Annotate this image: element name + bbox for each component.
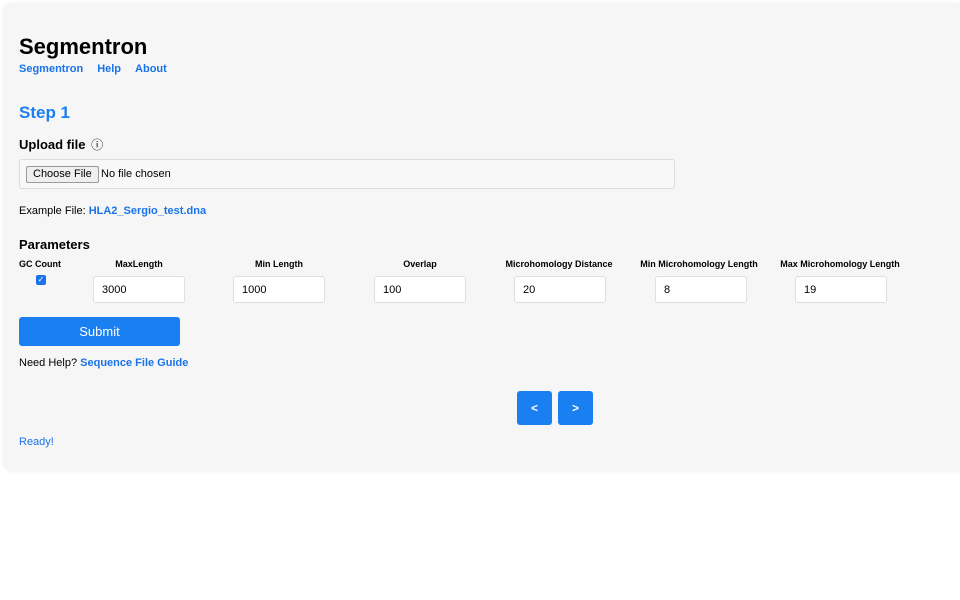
microhomology-distance-label: Microhomology Distance: [505, 259, 613, 269]
example-file: Example File: HLA2_Sergio_test.dna: [19, 205, 206, 217]
sequence-file-guide-link[interactable]: Sequence File Guide: [80, 357, 188, 369]
microhomology-distance-input[interactable]: [514, 276, 606, 303]
status-text: Ready!: [19, 436, 54, 448]
max-length-input[interactable]: [93, 276, 185, 303]
prev-page-button[interactable]: <: [517, 391, 552, 425]
choose-file-button[interactable]: Choose File: [26, 166, 99, 183]
min-length-label: Min Length: [255, 259, 303, 269]
file-status: No file chosen: [101, 168, 171, 180]
min-length-input[interactable]: [233, 276, 325, 303]
submit-button[interactable]: Submit: [19, 317, 180, 346]
gc-count-checkbox[interactable]: ✓: [36, 275, 46, 285]
app-title: Segmentron: [19, 34, 148, 59]
file-input[interactable]: Choose File No file chosen: [19, 159, 675, 189]
next-page-button[interactable]: >: [558, 391, 593, 425]
max-length-label: MaxLength: [115, 259, 163, 269]
min-microhomology-length-input[interactable]: [655, 276, 747, 303]
max-microhomology-length-label: Max Microhomology Length: [780, 259, 900, 269]
info-icon[interactable]: ⓘ: [91, 138, 103, 152]
overlap-input[interactable]: [374, 276, 466, 303]
example-prefix: Example File:: [19, 205, 86, 217]
nav-link-help[interactable]: Help: [97, 63, 121, 75]
parameters-title: Parameters: [19, 237, 90, 252]
upload-label-text: Upload file: [19, 137, 86, 152]
example-file-link[interactable]: HLA2_Sergio_test.dna: [89, 205, 206, 217]
max-microhomology-length-input[interactable]: [795, 276, 887, 303]
help-text: Need Help? Sequence File Guide: [19, 357, 188, 369]
help-prefix: Need Help?: [19, 357, 78, 369]
min-microhomology-length-label: Min Microhomology Length: [640, 259, 758, 269]
overlap-label: Overlap: [403, 259, 437, 269]
nav-bar: Segmentron Help About: [19, 63, 181, 75]
nav-link-segmentron[interactable]: Segmentron: [19, 63, 83, 75]
upload-label: Upload file ⓘ: [19, 136, 103, 153]
step-title: Step 1: [19, 103, 71, 122]
nav-link-about[interactable]: About: [135, 63, 167, 75]
gc-count-label: GC Count: [19, 259, 61, 269]
